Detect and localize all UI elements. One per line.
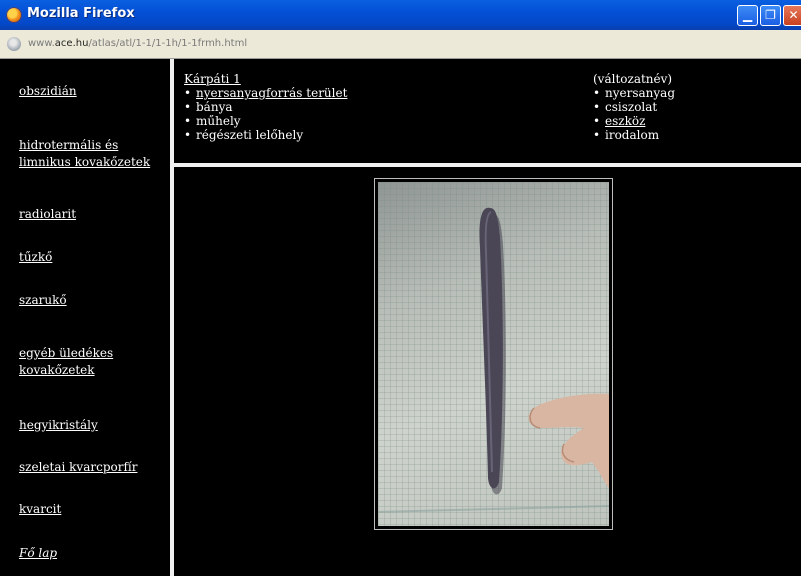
text-regeszeti-lelohely: régészeti lelőhely <box>196 128 304 142</box>
restore-icon: ❐ <box>765 8 776 22</box>
link-eszkoz[interactable]: eszköz <box>605 114 645 128</box>
text-irodalom: irodalom <box>605 128 660 142</box>
sidebar-item-szaruko[interactable]: szarukő <box>19 292 167 309</box>
globe-icon <box>7 37 21 51</box>
bullet: • <box>593 128 601 142</box>
minimize-button[interactable]: ▁ <box>737 5 758 26</box>
right-column: (változatnév) • nyersanyag • csiszolat • es… <box>593 72 675 142</box>
sidebar-item-szeletai-kvarcporfir[interactable]: szeletai kvarcporfír <box>19 459 167 476</box>
window-titlebar[interactable]: Mozilla Firefox ▁ ❐ ✕ <box>0 0 801 30</box>
close-button[interactable]: ✕ <box>783 5 801 26</box>
url-domain: ace.hu <box>54 38 89 49</box>
sidebar-item-radiolarit[interactable]: radiolarit <box>19 206 167 223</box>
bullet: • <box>184 114 192 128</box>
sidebar-item-hegyikristaly[interactable]: hegyikristály <box>19 417 167 434</box>
link-nyersanyagforras-terulet[interactable]: nyersanyagforrás terület <box>196 86 347 100</box>
text-nyersanyag: nyersanyag <box>605 86 676 100</box>
restore-button[interactable]: ❐ <box>760 5 781 26</box>
top-frame: Kárpáti 1 • nyersanyagforrás terület • bán… <box>174 59 801 163</box>
sidebar-item-hidrotermalis[interactable]: hidrotermális és limnikus kovakőzetek <box>19 137 167 171</box>
sidebar-item-egyeb-uledekes[interactable]: egyéb üledékes kovakőzetek <box>19 345 167 379</box>
artifact-photo <box>378 182 609 526</box>
minimize-icon: ▁ <box>742 8 753 22</box>
title-link[interactable]: Kárpáti 1 <box>184 72 241 86</box>
artifact-illustration <box>378 207 609 513</box>
sidebar-item-kvarcit[interactable]: kvarcit <box>19 501 167 518</box>
url-text[interactable]: www.ace.hu/atlas/atl/1-1/1-1h/1-1frmh.ht… <box>28 38 247 49</box>
sidebar-item-tuzko[interactable]: tűzkő <box>19 249 167 266</box>
sidebar-nav: obszidián hidrotermális és limnikus kova… <box>0 59 170 576</box>
firefox-icon <box>6 7 22 23</box>
url-prefix: www. <box>28 38 55 49</box>
text-banya: bánya <box>196 100 233 114</box>
bullet: • <box>593 86 601 100</box>
bullet: • <box>593 100 601 114</box>
artifact-photo-frame <box>374 178 613 530</box>
bullet: • <box>593 114 601 128</box>
sidebar-item-obszidian[interactable]: obszidián <box>19 83 167 100</box>
address-bar[interactable]: www.ace.hu/atlas/atl/1-1/1-1h/1-1frmh.ht… <box>0 30 801 59</box>
text-csiszolat: csiszolat <box>605 100 658 114</box>
url-path: /atlas/atl/1-1/1-1h/1-1frmh.html <box>88 38 248 49</box>
bullet: • <box>184 128 192 142</box>
bullet: • <box>184 86 192 100</box>
window-title: Mozilla Firefox <box>27 6 135 21</box>
left-column: Kárpáti 1 • nyersanyagforrás terület • bán… <box>184 72 347 142</box>
close-icon: ✕ <box>788 8 799 22</box>
variant-name: (változatnév) <box>593 72 673 86</box>
bullet: • <box>184 100 192 114</box>
text-muhely: műhely <box>196 114 241 128</box>
sidebar-item-fo-lap[interactable]: Fő lap <box>19 545 167 562</box>
frame-divider-horizontal[interactable] <box>174 163 801 167</box>
